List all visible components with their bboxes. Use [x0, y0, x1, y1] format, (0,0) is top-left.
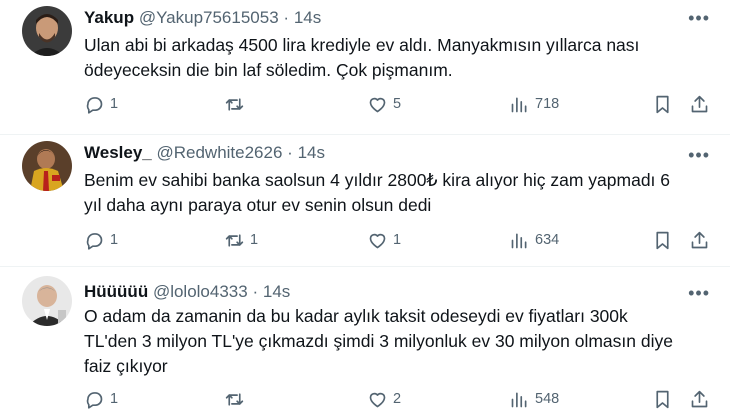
tweet-text-line: faiz çıkıyor [84, 356, 168, 376]
view-count: 634 [535, 232, 560, 248]
share-upload-icon [691, 390, 708, 407]
retweet-button[interactable] [224, 386, 250, 412]
share-button[interactable] [689, 386, 710, 412]
tweet-actions: 1 5 718 [84, 91, 714, 117]
heart-icon [369, 97, 386, 112]
retweet-arrows-icon [225, 233, 244, 247]
reply-count: 1 [110, 96, 119, 112]
user-handle[interactable]: @Redwhite2626 [156, 143, 282, 162]
tweet-3[interactable]: Hüüüüü @lololo4333 · 14s ••• O adam da z… [0, 267, 730, 420]
display-name[interactable]: Wesley_ [84, 143, 152, 162]
reply-button[interactable]: 1 [84, 227, 118, 253]
tweet-text-line: O adam da zamanin da bu kadar aylık taks… [84, 306, 628, 326]
like-button[interactable]: 1 [367, 227, 401, 253]
header-separator: · [283, 8, 290, 27]
view-count: 548 [535, 391, 560, 407]
reply-bubble-icon [86, 391, 103, 409]
avatar[interactable] [22, 6, 72, 56]
more-horizontal-icon[interactable]: ••• [688, 9, 710, 27]
reply-bubble-icon [86, 232, 103, 250]
tweet-text-line: Ulan abi bi arkadaş 4500 lira krediyle e… [84, 35, 640, 55]
more-horizontal-icon[interactable]: ••• [688, 146, 710, 164]
bookmark-icon [656, 231, 669, 249]
like-button[interactable]: 2 [367, 386, 401, 412]
tweet-text: O adam da zamanin da bu kadar aylık taks… [84, 304, 694, 379]
tweet-text-line: Benim ev sahibi banka saolsun 4 yıldır 2… [84, 170, 671, 190]
bookmark-button[interactable] [652, 386, 673, 412]
heart-icon [369, 392, 386, 407]
bookmark-icon [656, 95, 669, 113]
tweet-1[interactable]: Yakup @Yakup75615053 · 14s ••• Ulan abi … [0, 0, 730, 134]
views-button[interactable]: 634 [509, 227, 559, 253]
reply-bubble-icon [86, 96, 103, 114]
views-bar-chart-icon [511, 233, 527, 248]
views-bar-chart-icon [511, 97, 527, 112]
share-button[interactable] [689, 91, 710, 117]
like-count: 2 [393, 391, 402, 407]
tweet-text-line: ödeyeceksin die bin laf söledim. Çok piş… [84, 60, 453, 80]
tweet-text-line: TL'den 3 milyon TL'ye çıkmazdı şimdi 3 m… [84, 331, 673, 351]
heart-icon [369, 233, 386, 248]
like-button[interactable]: 5 [367, 91, 401, 117]
reply-button[interactable]: 1 [84, 91, 118, 117]
more-horizontal-icon[interactable]: ••• [688, 284, 710, 302]
views-button[interactable]: 548 [509, 386, 559, 412]
like-count: 5 [393, 96, 402, 112]
view-count: 718 [535, 96, 560, 112]
tweet-2[interactable]: Wesley_ @Redwhite2626 · 14s ••• Benim ev… [0, 135, 730, 266]
tweet-header: Hüüüüü @lololo4333 · 14s [84, 281, 290, 303]
bookmark-button[interactable] [652, 227, 673, 253]
display-name[interactable]: Yakup [84, 8, 134, 27]
retweet-arrows-icon [225, 97, 244, 111]
reply-count: 1 [110, 232, 119, 248]
views-button[interactable]: 718 [509, 91, 559, 117]
tweet-text-line: yıl daha aynı paraya otur ev senin olsun… [84, 195, 432, 215]
like-count: 1 [393, 232, 402, 248]
retweet-count: 1 [250, 232, 259, 248]
tweet-header: Wesley_ @Redwhite2626 · 14s [84, 142, 325, 164]
retweet-button[interactable]: 1 [224, 227, 258, 253]
tweet-text: Benim ev sahibi banka saolsun 4 yıldır 2… [84, 168, 694, 218]
bookmark-button[interactable] [652, 91, 673, 117]
retweet-button[interactable] [224, 91, 250, 117]
bookmark-icon [656, 390, 669, 408]
avatar[interactable] [22, 276, 72, 326]
tweet-timestamp[interactable]: 14s [263, 282, 290, 301]
header-separator: · [252, 282, 259, 301]
avatar[interactable] [22, 141, 72, 191]
tweet-actions: 1 1 1 634 [84, 227, 714, 253]
reply-count: 1 [110, 391, 119, 407]
tweet-text: Ulan abi bi arkadaş 4500 lira krediyle e… [84, 33, 694, 83]
tweet-timestamp[interactable]: 14s [298, 143, 325, 162]
user-handle[interactable]: @Yakup75615053 [139, 8, 279, 27]
tweet-actions: 1 2 548 [84, 386, 714, 412]
display-name[interactable]: Hüüüüü [84, 282, 148, 301]
tweet-header: Yakup @Yakup75615053 · 14s [84, 7, 321, 29]
share-upload-icon [691, 231, 708, 248]
header-separator: · [287, 143, 293, 162]
reply-button[interactable]: 1 [84, 386, 118, 412]
views-bar-chart-icon [511, 392, 527, 407]
share-button[interactable] [689, 227, 710, 253]
tweet-timestamp[interactable]: 14s [294, 8, 321, 27]
user-handle[interactable]: @lololo4333 [153, 282, 248, 301]
retweet-arrows-icon [225, 392, 244, 406]
share-upload-icon [691, 95, 708, 112]
